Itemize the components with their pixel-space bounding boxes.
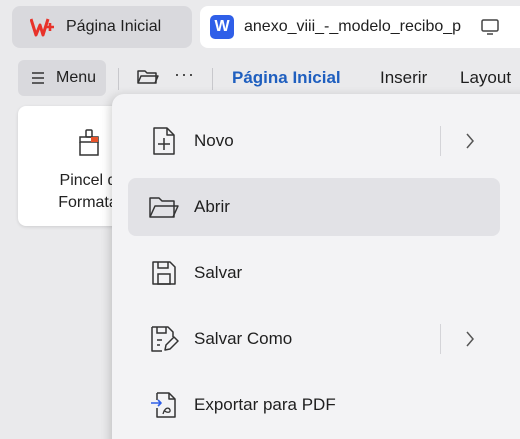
export-pdf-icon — [148, 389, 180, 421]
menu-item-open[interactable]: Abrir — [128, 178, 500, 236]
menu-item-save-as[interactable]: Salvar Como — [128, 310, 500, 368]
menu-button-label: Menu — [56, 69, 97, 86]
tab-document[interactable]: W anexo_viii_-_modelo_recibo_p — [200, 6, 520, 48]
tab-home-label: Página Inicial — [66, 18, 162, 35]
menu-item-save-as-label: Salvar Como — [194, 329, 293, 348]
ribbon-tab-layout[interactable]: Layout — [460, 68, 511, 88]
chevron-right-icon[interactable] — [464, 131, 476, 156]
ribbon-tab-home[interactable]: Página Inicial — [232, 68, 341, 88]
tab-document-title: anexo_viii_-_modelo_recibo_p — [244, 18, 462, 35]
menu-item-export-pdf[interactable]: Exportar para PDF — [128, 376, 500, 434]
menu-item-new[interactable]: Novo — [128, 112, 500, 170]
wps-logo-icon — [30, 16, 56, 38]
menu-item-open-label: Abrir — [194, 197, 230, 216]
tab-strip: Página Inicial W anexo_viii_-_modelo_rec… — [0, 0, 520, 54]
menu-item-export-pdf-label: Exportar para PDF — [194, 395, 336, 414]
menu-item-new-label: Novo — [194, 131, 234, 150]
toolbar-divider — [118, 68, 119, 90]
menu-button[interactable]: Menu — [18, 60, 106, 96]
folder-open-icon — [148, 191, 180, 223]
monitor-icon[interactable] — [480, 18, 500, 36]
writer-doc-icon: W — [210, 15, 234, 39]
chevron-right-icon[interactable] — [464, 329, 476, 354]
new-file-icon — [148, 125, 180, 157]
menu-item-save[interactable]: Salvar — [128, 244, 500, 302]
ribbon-tab-insert[interactable]: Inserir — [380, 68, 427, 88]
submenu-divider — [440, 324, 441, 354]
save-as-icon — [148, 323, 180, 355]
submenu-divider — [440, 126, 441, 156]
format-painter-icon — [76, 128, 104, 163]
tab-home[interactable]: Página Inicial — [12, 6, 192, 48]
menu-item-save-label: Salvar — [194, 263, 243, 282]
toolbar-divider — [212, 68, 213, 90]
save-icon — [148, 257, 180, 289]
file-menu-dropdown: Novo Abrir Salvar Salvar Como Exportar p… — [112, 94, 520, 439]
hamburger-icon — [30, 71, 46, 85]
more-options-icon[interactable]: ··· — [174, 64, 195, 85]
open-folder-icon[interactable] — [136, 66, 160, 93]
